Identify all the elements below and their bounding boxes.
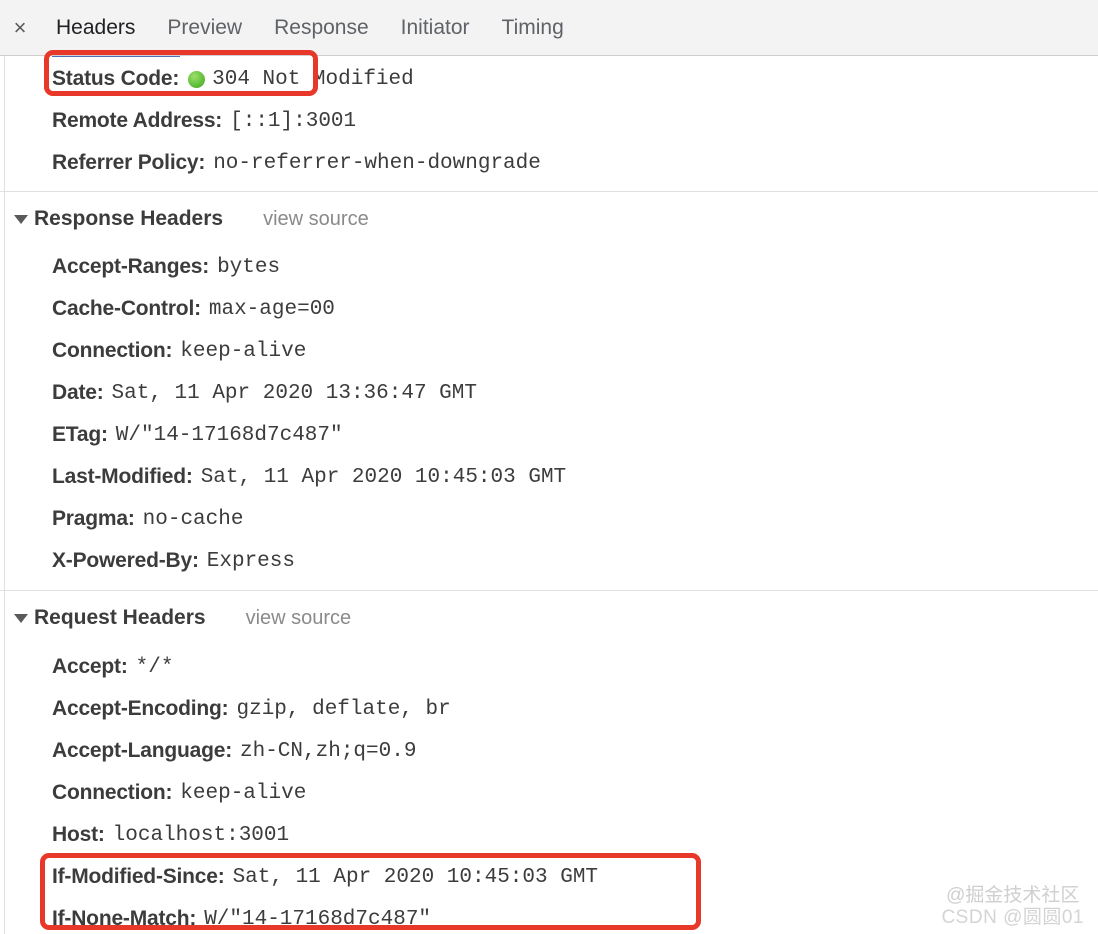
row-value: Sat, 11 Apr 2020 10:45:03 GMT (200, 465, 567, 489)
response-row-date[interactable]: Date: Sat, 11 Apr 2020 13:36:47 GMT (0, 372, 1098, 414)
response-row-pragma[interactable]: Pragma: no-cache (0, 498, 1098, 540)
row-value: Sat, 11 Apr 2020 10:45:03 GMT (232, 865, 599, 889)
row-key: Connection: (52, 781, 173, 804)
general-row-remote-address[interactable]: Remote Address: [::1]:3001 (0, 100, 1098, 142)
row-key: Referrer Policy: (52, 151, 206, 174)
status-ok-icon (188, 70, 206, 88)
row-key: ETag: (52, 423, 108, 446)
tab-headers[interactable]: Headers (40, 0, 151, 56)
row-key: Cache-Control: (52, 297, 201, 320)
section-title: Response Headers (34, 207, 224, 230)
row-value: */* (135, 655, 174, 679)
row-key: X-Powered-By: (52, 549, 199, 572)
tab-timing[interactable]: Timing (486, 0, 580, 56)
tab-initiator[interactable]: Initiator (385, 0, 486, 56)
close-icon[interactable]: × (0, 0, 40, 56)
response-row-accept-ranges[interactable]: Accept-Ranges: bytes (0, 246, 1098, 288)
general-row-status-code[interactable]: Status Code: 304 Not Modified (0, 58, 1098, 100)
section-header-request-headers[interactable]: Request Headers view source (0, 597, 1098, 639)
request-row-if-none-match[interactable]: If-None-Match: W/"14-17168d7c487" (0, 898, 1098, 934)
chevron-down-icon[interactable] (14, 214, 28, 224)
row-value: max-age=00 (208, 297, 335, 321)
row-value: zh-CN,zh;q=0.9 (240, 739, 417, 763)
row-value: [::1]:3001 (230, 109, 357, 133)
view-source-link-request[interactable]: view source (246, 607, 352, 630)
devtools-tabbar: × Headers Preview Response Initiator Tim… (0, 0, 1098, 56)
row-value: W/"14-17168d7c487" (204, 907, 432, 931)
row-key: Pragma: (52, 507, 135, 530)
response-row-connection[interactable]: Connection: keep-alive (0, 330, 1098, 372)
row-value: localhost:3001 (112, 823, 290, 847)
request-row-accept[interactable]: Accept: */* (0, 646, 1098, 688)
general-row-referrer-policy[interactable]: Referrer Policy: no-referrer-when-downgr… (0, 142, 1098, 184)
general-section-selection-bar (52, 56, 180, 57)
view-source-link-response[interactable]: view source (263, 208, 369, 231)
row-key: If-None-Match: (52, 907, 197, 930)
row-value: keep-alive (180, 781, 307, 805)
headers-pane: Status Code: 304 Not Modified Remote Add… (0, 56, 1098, 934)
row-value: no-referrer-when-downgrade (213, 151, 541, 175)
response-row-last-modified[interactable]: Last-Modified: Sat, 11 Apr 2020 10:45:03… (0, 456, 1098, 498)
row-value: gzip, deflate, br (236, 697, 451, 721)
row-value: bytes (217, 255, 281, 279)
request-row-host[interactable]: Host: localhost:3001 (0, 814, 1098, 856)
tab-response[interactable]: Response (258, 0, 385, 56)
row-key: Remote Address: (52, 109, 223, 132)
row-key: Accept: (52, 655, 128, 678)
request-row-accept-language[interactable]: Accept-Language: zh-CN,zh;q=0.9 (0, 730, 1098, 772)
row-key: Status Code: (52, 67, 180, 90)
section-divider (0, 191, 1098, 192)
request-row-if-modified-since[interactable]: If-Modified-Since: Sat, 11 Apr 2020 10:4… (0, 856, 1098, 898)
row-value: no-cache (142, 507, 244, 531)
row-key: Accept-Language: (52, 739, 232, 762)
section-divider (0, 590, 1098, 591)
row-key: Last-Modified: (52, 465, 193, 488)
section-title: Request Headers (34, 606, 206, 629)
row-value: W/"14-17168d7c487" (115, 423, 343, 447)
chevron-down-icon[interactable] (14, 613, 28, 623)
row-key: Accept-Encoding: (52, 697, 229, 720)
response-row-etag[interactable]: ETag: W/"14-17168d7c487" (0, 414, 1098, 456)
request-row-accept-encoding[interactable]: Accept-Encoding: gzip, deflate, br (0, 688, 1098, 730)
row-value: keep-alive (180, 339, 307, 363)
row-key: Date: (52, 381, 104, 404)
tab-preview[interactable]: Preview (151, 0, 258, 56)
row-key: Host: (52, 823, 105, 846)
response-row-cache-control[interactable]: Cache-Control: max-age=00 (0, 288, 1098, 330)
row-key: If-Modified-Since: (52, 865, 225, 888)
row-key: Accept-Ranges: (52, 255, 210, 278)
row-key: Connection: (52, 339, 173, 362)
row-value: Express (206, 549, 295, 573)
request-row-connection[interactable]: Connection: keep-alive (0, 772, 1098, 814)
response-row-x-powered-by[interactable]: X-Powered-By: Express (0, 540, 1098, 582)
row-value: Sat, 11 Apr 2020 13:36:47 GMT (111, 381, 477, 405)
section-header-response-headers[interactable]: Response Headers view source (0, 198, 1098, 240)
row-value: 304 Not Modified (212, 67, 414, 91)
